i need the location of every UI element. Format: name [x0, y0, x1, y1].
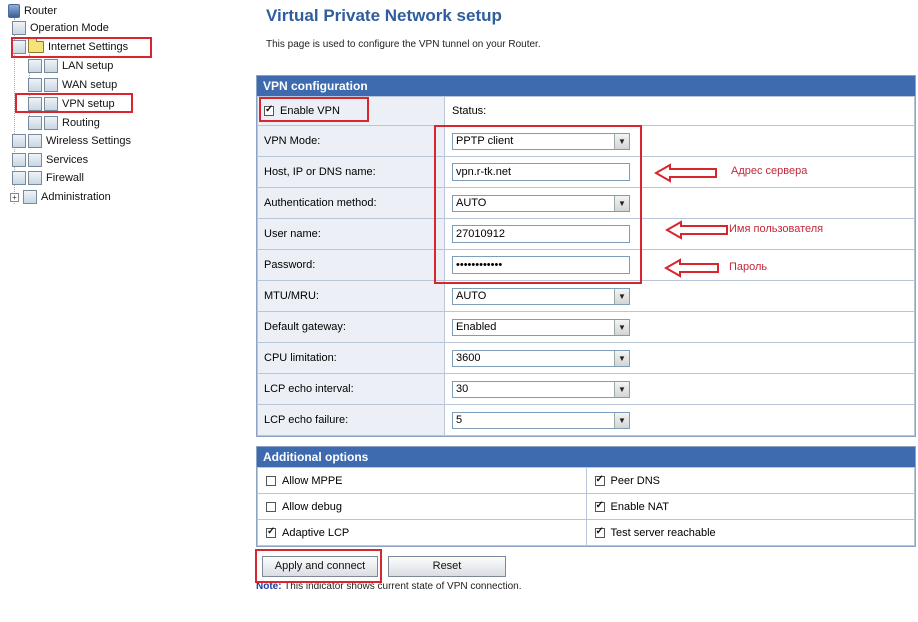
page-icon — [44, 116, 58, 130]
highlight-internet-settings — [11, 37, 152, 58]
annotation-server: Адрес сервера — [731, 165, 808, 177]
option-cell: Enable NAT — [585, 493, 915, 520]
dropdown-arrow-icon[interactable]: ▼ — [614, 381, 629, 397]
form-label: MTU/MRU: — [257, 280, 445, 312]
page-icon — [23, 190, 37, 204]
adaptive-lcp-checkbox[interactable] — [266, 526, 276, 538]
router-icon — [8, 4, 20, 18]
dropdown-arrow-icon[interactable]: ▼ — [614, 350, 629, 366]
option-label: Peer DNS — [610, 474, 661, 487]
test-server-reachable-checkbox[interactable] — [594, 526, 605, 538]
form-label: Default gateway: — [257, 311, 445, 343]
option-cell: Peer DNS — [585, 467, 915, 494]
page-icon — [28, 134, 42, 148]
option-cell: Allow MPPE — [257, 467, 587, 494]
page-title: Virtual Private Network setup — [266, 6, 502, 25]
option-label: Enable NAT — [610, 500, 670, 513]
tree-item-routing[interactable]: Routing — [28, 114, 100, 132]
form-label: Authentication method: — [257, 187, 445, 219]
reset-button[interactable]: Reset — [388, 556, 506, 577]
dropdown-arrow-icon[interactable]: ▼ — [614, 319, 629, 335]
page-description: This page is used to configure the VPN t… — [266, 39, 541, 50]
form-row: LCP echo interval: 30 ▼ — [257, 373, 915, 405]
expand-icon[interactable]: + — [10, 192, 19, 202]
option-label: Allow MPPE — [282, 474, 343, 487]
lcp-echo-interval-select[interactable]: 30 ▼ — [452, 380, 630, 398]
status-cell: Status: — [444, 96, 915, 126]
page-icon — [28, 59, 42, 73]
enable-nat-checkbox[interactable] — [594, 500, 605, 512]
form-row: CPU limitation: 3600 ▼ — [257, 342, 915, 374]
page-icon — [28, 153, 42, 167]
page-icon — [12, 21, 26, 35]
form-label: Password: — [257, 249, 445, 281]
options-table: Allow MPPE Peer DNS Allow debug Enable N… — [257, 467, 915, 546]
option-label: Test server reachable — [610, 526, 716, 539]
tree-item-lan-setup[interactable]: LAN setup — [28, 57, 113, 75]
highlight-credentials — [434, 125, 642, 284]
page-icon — [12, 171, 26, 185]
form-row: MTU/MRU: AUTO ▼ — [257, 280, 915, 312]
highlight-vpn-setup — [15, 93, 133, 113]
page-icon — [12, 134, 26, 148]
tree-item-router[interactable]: Router — [8, 2, 57, 20]
tree-item-wan-setup[interactable]: WAN setup — [28, 76, 117, 94]
page-icon — [44, 59, 58, 73]
page-icon — [44, 78, 58, 92]
page-icon — [28, 116, 42, 130]
highlight-apply-button — [255, 549, 382, 583]
option-cell: Allow debug — [257, 493, 587, 520]
default-gateway-select[interactable]: Enabled ▼ — [452, 318, 630, 336]
tree-item-services[interactable]: Services — [12, 151, 88, 169]
tree-item-operation-mode[interactable]: Operation Mode — [12, 19, 109, 37]
tree-item-wireless-settings[interactable]: Wireless Settings — [12, 132, 131, 150]
additional-options-header: Additional options — [257, 447, 915, 467]
peer-dns-checkbox[interactable] — [594, 474, 605, 486]
form-label: VPN Mode: — [257, 125, 445, 157]
additional-options-panel: Additional options Allow MPPE Peer DNS A… — [256, 446, 916, 547]
allow-debug-checkbox[interactable] — [266, 501, 276, 512]
vpn-configuration-header: VPN configuration — [257, 76, 915, 96]
page-icon — [12, 153, 26, 167]
form-row: Default gateway: Enabled ▼ — [257, 311, 915, 343]
form-label: LCP echo failure: — [257, 404, 445, 436]
annotation-password: Пароль — [729, 261, 768, 273]
form-label: LCP echo interval: — [257, 373, 445, 405]
option-label: Allow debug — [282, 500, 342, 513]
lcp-echo-failure-select[interactable]: 5 ▼ — [452, 411, 630, 429]
option-cell: Adaptive LCP — [257, 519, 587, 546]
form-label: User name: — [257, 218, 445, 250]
tree-item-administration[interactable]: + Administration — [10, 188, 111, 206]
tree-item-firewall[interactable]: Firewall — [12, 169, 84, 187]
form-row: LCP echo failure: 5 ▼ — [257, 404, 915, 436]
annotation-username: Имя пользователя — [729, 223, 824, 235]
page-icon — [28, 78, 42, 92]
dropdown-arrow-icon[interactable]: ▼ — [614, 412, 629, 428]
option-cell: Test server reachable — [585, 519, 915, 546]
page-icon — [28, 171, 42, 185]
option-label: Adaptive LCP — [282, 526, 350, 539]
cpu-limitation-select[interactable]: 3600 ▼ — [452, 349, 630, 367]
status-label: Status: — [452, 105, 487, 117]
form-label: Host, IP or DNS name: — [257, 156, 445, 188]
allow-mppe-checkbox[interactable] — [266, 475, 276, 486]
form-label: CPU limitation: — [257, 342, 445, 374]
highlight-enable-vpn — [259, 97, 369, 122]
dropdown-arrow-icon[interactable]: ▼ — [614, 288, 629, 304]
mtu-mru-select[interactable]: AUTO ▼ — [452, 287, 630, 305]
